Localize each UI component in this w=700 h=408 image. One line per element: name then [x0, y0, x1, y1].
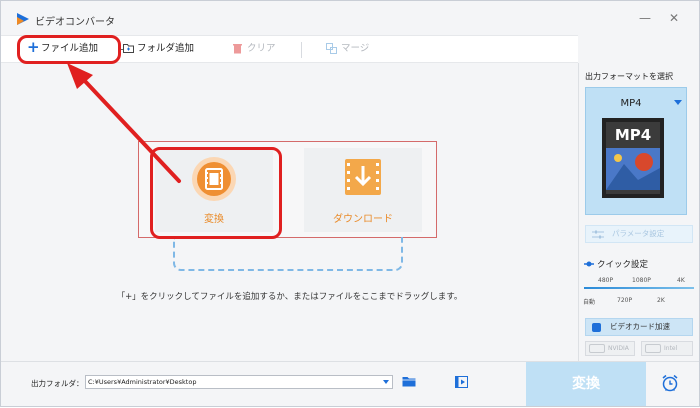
close-button[interactable]: ✕ [667, 11, 681, 25]
output-path-select[interactable]: C:¥Users¥Administrator¥Desktop [85, 375, 393, 389]
convert-button[interactable]: 変換 [526, 362, 646, 406]
quick-settings-icon [584, 261, 594, 267]
output-format-title: 出力フォーマットを選択 [585, 72, 673, 81]
download-tile[interactable]: ダウンロード [304, 148, 422, 232]
quality-auto[interactable]: 自動 [583, 297, 595, 306]
mp4-format-icon: MP4 [602, 118, 664, 198]
minimize-button[interactable]: — [638, 11, 652, 25]
output-folder-label: 出力フォルダ： [31, 379, 84, 388]
gpu-acceleration-toggle[interactable]: ビデオカード加速 [585, 318, 693, 336]
drop-area[interactable]: 変換 ダウンロード 「+」をクリックしてファイルを追加するか、またはファイルをこ… [1, 63, 578, 361]
quality-480p[interactable]: 480P [598, 277, 613, 284]
intel-option[interactable]: Intel [641, 341, 693, 356]
drop-hint-text: 「+」をクリックしてファイルを追加するか、またはファイルをここまでドラッグします… [116, 292, 463, 302]
drop-zone-dashed-connector [173, 237, 403, 271]
intel-logo-icon [645, 344, 661, 353]
open-folder-icon[interactable] [402, 376, 416, 387]
quality-1080p[interactable]: 1080P [632, 277, 651, 284]
title-bar: ビデオコンバータ — ✕ [1, 1, 699, 35]
download-icon [345, 159, 381, 195]
merge-icon [326, 43, 337, 54]
quick-settings-label: クイック設定 [597, 260, 649, 270]
output-format-selector[interactable]: MP4 MP4 [585, 87, 687, 215]
annotation-ring-add-file [17, 35, 121, 64]
annotation-ring-convert [150, 147, 282, 239]
quality-720p[interactable]: 720P [617, 297, 632, 304]
nvidia-option[interactable]: NVIDIA [585, 341, 635, 356]
output-preview-icon[interactable] [455, 376, 468, 388]
nvidia-logo-icon [589, 344, 605, 353]
add-folder-label: フォルダ追加 [137, 43, 195, 54]
clear-label: クリア [247, 43, 276, 54]
app-window: ビデオコンバータ — ✕ + ファイル追加 フォルダ追加 クリア マージ 変換 … [0, 0, 700, 407]
intel-label: Intel [664, 345, 678, 352]
merge-label: マージ [341, 43, 370, 54]
gpu-checkbox[interactable] [592, 323, 601, 332]
window-title: ビデオコンバータ [35, 17, 115, 28]
add-folder-button[interactable]: フォルダ追加 [123, 42, 195, 56]
toolbar-divider [301, 42, 302, 58]
trash-icon [233, 44, 242, 54]
add-folder-icon [123, 44, 134, 53]
sliders-icon [592, 230, 604, 239]
chevron-down-icon[interactable] [674, 100, 682, 105]
gpu-acceleration-label: ビデオカード加速 [610, 322, 670, 331]
quality-2k[interactable]: 2K [657, 297, 665, 304]
alarm-clock-icon[interactable] [661, 374, 679, 392]
output-settings-panel: 出力フォーマットを選択 MP4 MP4 パラメータ設定 クイック設定 480P … [578, 63, 699, 361]
quality-4k[interactable]: 4K [677, 277, 685, 284]
parameter-settings-button[interactable]: パラメータ設定 [585, 225, 693, 243]
merge-button[interactable]: マージ [326, 42, 370, 56]
nvidia-label: NVIDIA [608, 345, 629, 352]
format-thumb-text: MP4 [615, 126, 651, 144]
path-dropdown-icon[interactable] [383, 380, 389, 384]
bottom-bar: 出力フォルダ： C:¥Users¥Administrator¥Desktop 変… [1, 361, 699, 406]
parameter-settings-label: パラメータ設定 [612, 229, 665, 238]
download-tile-label: ダウンロード [333, 214, 393, 225]
clear-button[interactable]: クリア [233, 42, 276, 56]
quality-slider[interactable] [584, 287, 694, 289]
app-logo-icon [17, 13, 29, 25]
format-name: MP4 [620, 98, 642, 109]
